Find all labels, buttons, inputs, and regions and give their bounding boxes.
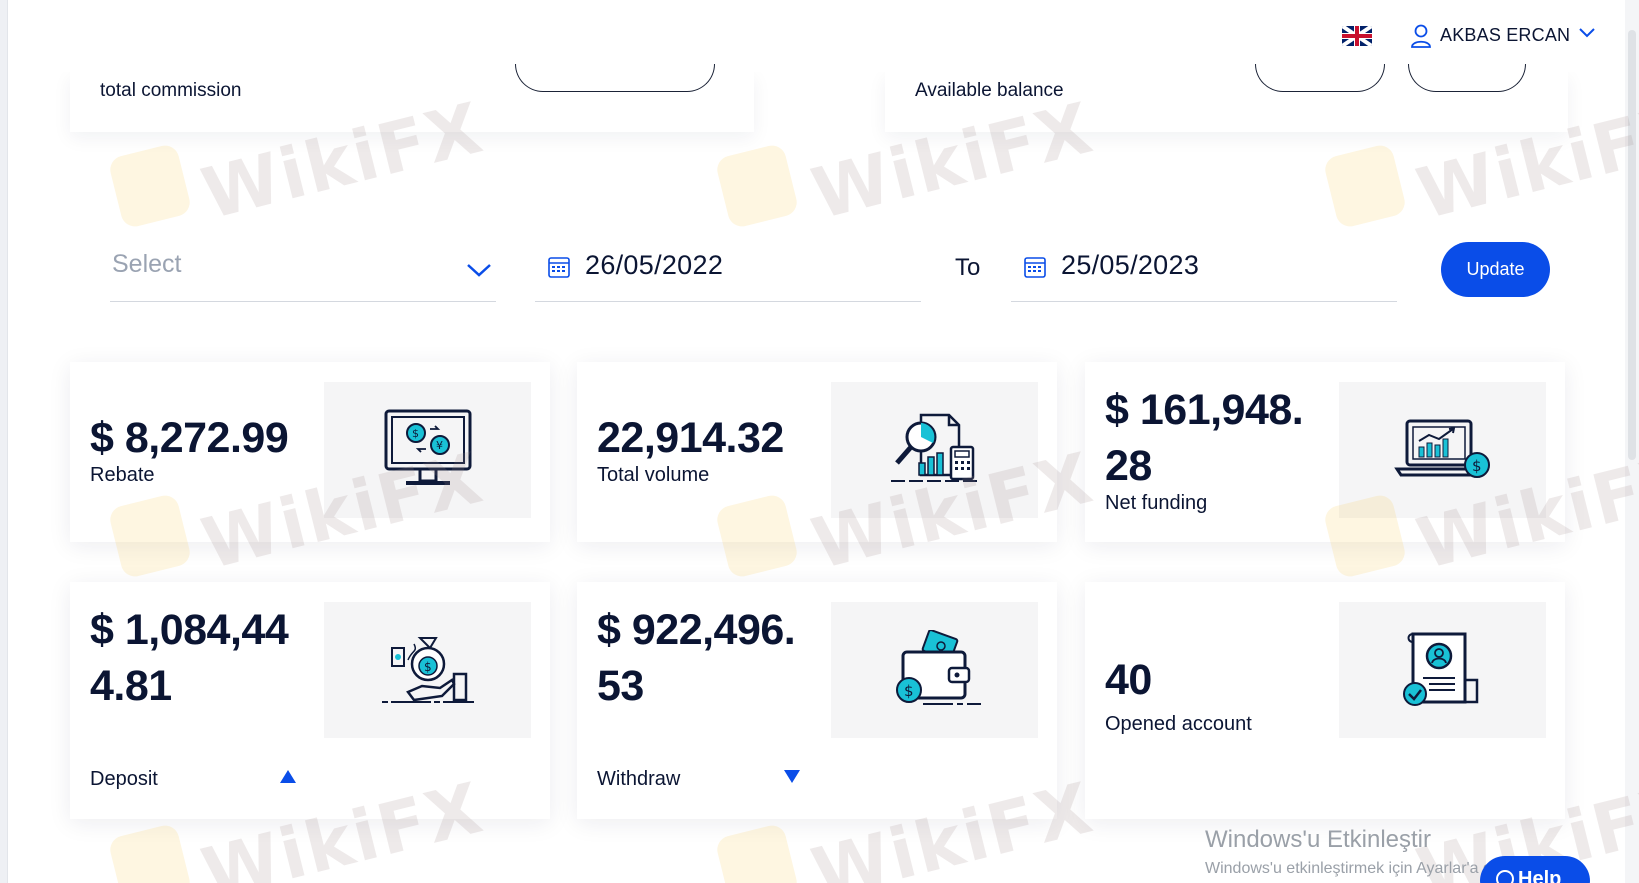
balance-action-button-1[interactable]: [1255, 64, 1385, 92]
net-funding-value: $ 161,948.28: [1105, 386, 1304, 490]
certificate-user-icon: [1402, 632, 1478, 706]
monitor-currency-exchange-icon: $ ¥: [384, 409, 471, 485]
opened-account-card: 40 Opened account: [1085, 582, 1565, 819]
opened-account-value: 40: [1105, 656, 1152, 704]
svg-text:¥: ¥: [436, 439, 443, 452]
svg-text:$: $: [904, 682, 914, 700]
chevron-down-icon[interactable]: [1578, 26, 1596, 40]
commission-action-button[interactable]: [515, 64, 715, 92]
trend-up-icon: [280, 770, 296, 783]
page-scrollbar[interactable]: [1625, 0, 1639, 883]
wallet-cash-icon: $: [895, 630, 981, 705]
from-date-value: 26/05/2022: [585, 250, 724, 280]
select-placeholder: Select: [112, 250, 182, 278]
to-date-field[interactable]: 25/05/2023: [1011, 240, 1397, 302]
withdraw-value: $ 922,496.53: [597, 606, 796, 710]
rebate-value: $ 8,272.99: [90, 414, 289, 462]
total-volume-value: 22,914.32: [597, 414, 784, 462]
to-date-value: 25/05/2023: [1061, 250, 1200, 280]
deposit-icon-box: $: [324, 602, 531, 738]
laptop-chart-dollar-icon: $: [1393, 419, 1490, 478]
calendar-icon[interactable]: [547, 255, 571, 279]
update-button[interactable]: Update: [1441, 242, 1550, 297]
watermark-logo-icon: [714, 142, 800, 230]
svg-text:$: $: [412, 427, 419, 440]
chevron-down-icon[interactable]: [466, 262, 492, 278]
total-volume-label: Total volume: [597, 464, 710, 486]
available-balance-label: Available balance: [915, 80, 1064, 101]
withdraw-card: $ 922,496.53 Withdraw $: [577, 582, 1057, 819]
user-name[interactable]: AKBAS ERCAN: [1440, 25, 1570, 46]
from-date-field[interactable]: 26/05/2022: [535, 240, 921, 302]
withdraw-icon-box: $: [831, 602, 1038, 738]
user-icon[interactable]: [1410, 24, 1432, 48]
opened-account-icon-box: [1339, 602, 1546, 738]
analytics-report-icon: [890, 413, 979, 482]
svg-text:$: $: [424, 660, 432, 674]
rebate-label: Rebate: [90, 464, 155, 486]
top-bar: [8, 0, 1625, 72]
trend-down-icon: [784, 770, 800, 783]
deposit-label: Deposit: [90, 768, 158, 790]
rebate-icon-box: $ ¥: [324, 382, 531, 518]
total-commission-label: total commission: [100, 80, 242, 101]
hand-money-bag-icon: $: [381, 637, 474, 703]
uk-flag-icon[interactable]: [1342, 26, 1372, 46]
help-label: Help: [1518, 868, 1562, 883]
total-volume-card: 22,914.32 Total volume: [577, 362, 1057, 542]
windows-activation-subtitle: Windows'u etkinleştirmek için Ayarlar'a …: [1205, 860, 1522, 877]
calendar-icon[interactable]: [1023, 255, 1047, 279]
withdraw-label: Withdraw: [597, 768, 681, 790]
watermark-logo-icon: [107, 142, 193, 230]
scrollbar-thumb[interactable]: [1628, 30, 1636, 460]
balance-action-button-2[interactable]: [1408, 64, 1526, 92]
opened-account-label: Opened account: [1105, 713, 1252, 735]
svg-text:$: $: [1472, 457, 1482, 475]
deposit-value: $ 1,084,444.81: [90, 606, 289, 710]
watermark-logo-icon: [714, 822, 800, 883]
watermark-logo-icon: [107, 822, 193, 883]
to-label: To: [955, 254, 981, 281]
account-select[interactable]: Select: [110, 240, 496, 302]
total-volume-icon-box: [831, 382, 1038, 518]
watermark-logo-icon: [1322, 142, 1408, 230]
help-button[interactable]: Help: [1480, 856, 1590, 883]
windows-activation-title: Windows'u Etkinleştir: [1205, 826, 1431, 853]
deposit-card: $ 1,084,444.81 Deposit $: [70, 582, 550, 819]
left-edge: [0, 0, 8, 883]
help-icon: [1496, 870, 1514, 883]
net-funding-label: Net funding: [1105, 492, 1208, 514]
